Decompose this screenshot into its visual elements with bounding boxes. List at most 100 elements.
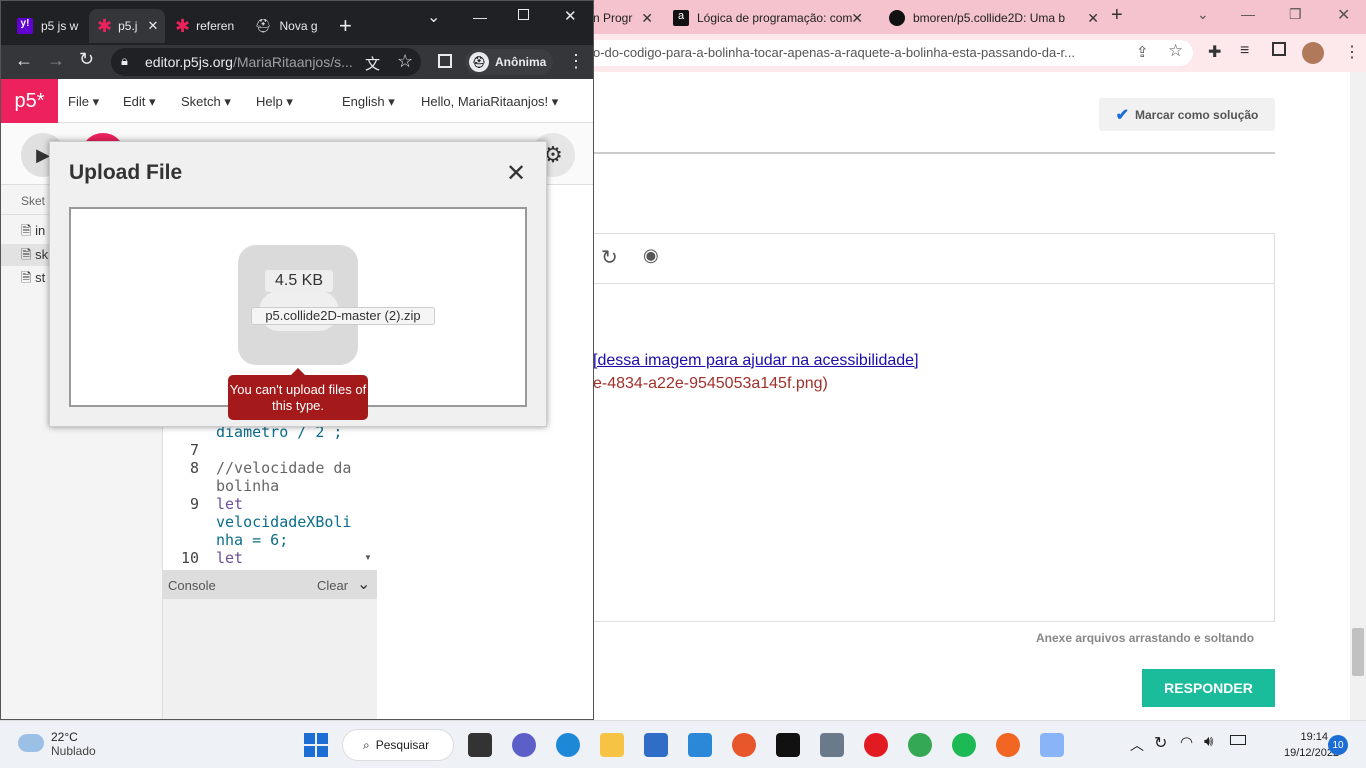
language-select[interactable]: English ▾ (342, 94, 395, 110)
clock-time: 19:14 (1300, 731, 1328, 743)
file-item-style[interactable]: 🗎 st (21, 269, 45, 291)
back-tab-2[interactable]: a Lógica de programação: com ✕ (673, 6, 863, 30)
editor-toolbar: ↻ ◉ (593, 233, 1275, 284)
sidepanel-icon[interactable] (1272, 42, 1286, 56)
console-clear-button[interactable]: Clear (317, 578, 348, 593)
front-tab-3[interactable]: ✱ referen (171, 9, 247, 43)
reload-icon[interactable]: ↻ (79, 49, 94, 70)
mark-solution-button[interactable]: ✔ Marcar como solução (1099, 98, 1275, 131)
alura-icon: a (673, 10, 689, 26)
file-item-index[interactable]: 🗎 in (21, 222, 45, 244)
dropbox-icon[interactable] (776, 733, 800, 757)
back-tab-1[interactable]: n Progr ✕ (593, 6, 653, 30)
page-scrollbar[interactable] (1350, 72, 1366, 720)
spotify-icon[interactable] (952, 733, 976, 757)
taskbar-search[interactable]: ⌕ Pesquisar (342, 729, 454, 761)
clock-date: 19/12/2022 (1284, 747, 1340, 759)
code-line: //velocidade da (216, 459, 352, 477)
amazon-icon[interactable] (820, 733, 844, 757)
front-tab-1[interactable]: y! p5 js w (9, 9, 89, 43)
front-tab-2[interactable]: ✱ p5.j ✕ (89, 9, 165, 43)
incognito-icon: ⛑ (469, 52, 489, 72)
play-icon: ▶ (36, 144, 50, 165)
windows-start-icon[interactable] (304, 733, 328, 757)
file-explorer-icon[interactable] (600, 733, 624, 757)
check-icon: ✔ (1115, 106, 1130, 124)
star-icon[interactable]: ☆ (397, 51, 413, 72)
redo-icon[interactable]: ↻ (601, 245, 618, 270)
accessibility-link[interactable]: [dessa imagem para ajudar na acessibilid… (593, 352, 919, 370)
p5-logo[interactable]: p5* (1, 79, 58, 123)
close-icon[interactable]: ✕ (851, 10, 863, 27)
avatar[interactable] (1302, 42, 1324, 64)
preview-eye-icon[interactable]: ◉ (643, 245, 659, 266)
forward-arrow-icon[interactable]: → (47, 50, 65, 71)
lock-icon: 🔒︎ (121, 53, 128, 68)
back-tab-1-title: n Progr (593, 11, 633, 25)
close-icon[interactable]: ✕ (506, 159, 526, 188)
close-window-icon[interactable]: ✕ (1337, 5, 1350, 25)
weather-status: Nublado (51, 744, 96, 758)
close-icon[interactable]: ✕ (147, 18, 158, 34)
task-view-icon[interactable] (468, 733, 492, 757)
close-window-icon[interactable]: ✕ (564, 7, 577, 25)
chat-icon[interactable] (512, 733, 536, 757)
minimize-icon[interactable]: — (473, 9, 487, 25)
opera-icon[interactable] (864, 733, 888, 757)
media-icon[interactable]: ≡ (1240, 42, 1249, 60)
preview-pane (377, 421, 593, 719)
chevron-up-icon[interactable]: ︿ (1130, 735, 1144, 755)
more-icon[interactable]: ⋮ (1344, 42, 1360, 62)
incognito-badge[interactable]: ⛑ Anônima (465, 49, 553, 75)
more-icon[interactable]: ⋮ (567, 51, 585, 72)
code-editor[interactable]: diametro / 2 ; 7 8 //velocidade da bolin… (163, 421, 377, 569)
battery-icon[interactable] (1230, 735, 1246, 745)
new-tab-button[interactable]: + (339, 13, 352, 39)
back-url-bar[interactable]: o-do-codigo-para-a-bolinha-tocar-apenas-… (593, 40, 1193, 66)
close-icon[interactable]: ✕ (1087, 10, 1099, 27)
wifi-icon[interactable]: ◠ (1180, 733, 1193, 751)
scrollbar-thumb[interactable] (1352, 628, 1364, 676)
temperature: 22°C (51, 730, 78, 744)
share-icon[interactable]: ⇪ (1136, 43, 1149, 61)
translate-icon[interactable]: 文 (365, 53, 380, 74)
notification-badge[interactable]: 10 (1328, 735, 1348, 755)
clock[interactable]: 19:14 19/12/2022 (1284, 729, 1340, 761)
code-scrollbar[interactable]: ▼ (360, 421, 377, 569)
reply-editor[interactable] (593, 233, 1275, 622)
edge-icon[interactable] (556, 733, 580, 757)
error-tooltip-arrow (291, 368, 305, 375)
maximize-icon[interactable] (518, 9, 529, 20)
volume-icon[interactable]: 🔊︎ (1204, 733, 1213, 750)
upload-error-tooltip: You can't upload files of this type. (228, 375, 368, 420)
menu-sketch[interactable]: Sketch ▾ (181, 94, 231, 110)
menu-file[interactable]: File ▾ (68, 94, 99, 110)
menu-edit[interactable]: Edit ▾ (123, 94, 156, 110)
snipping-tool-icon[interactable] (1040, 733, 1064, 757)
file-name: st (35, 270, 46, 285)
back-tab-3[interactable]: bmoren/p5.collide2D: Uma b ✕ (889, 6, 1099, 30)
store-icon[interactable] (644, 733, 668, 757)
restore-icon[interactable]: ❐ (1289, 6, 1302, 23)
mail-icon[interactable] (688, 733, 712, 757)
chevron-down-icon[interactable]: ⌄ (1197, 6, 1209, 23)
front-tab-4[interactable]: ⛑ Nova g (251, 9, 325, 43)
new-tab-button[interactable]: + (1111, 4, 1123, 27)
star-icon[interactable]: ☆ (1168, 41, 1183, 61)
menu-help[interactable]: Help ▾ (256, 94, 293, 110)
chevron-down-icon[interactable]: ⌄ (357, 574, 370, 594)
extensions-icon[interactable]: ✚ (1208, 42, 1221, 62)
sync-icon[interactable]: ↻ (1154, 733, 1167, 753)
reply-button[interactable]: RESPONDER (1142, 669, 1275, 707)
chrome-icon[interactable] (908, 733, 932, 757)
weather-widget[interactable]: 22°C Nublado (51, 730, 96, 758)
back-arrow-icon[interactable]: ← (15, 50, 33, 71)
chevron-down-icon[interactable]: ⌄ (427, 7, 440, 27)
sidepanel-icon[interactable] (438, 54, 452, 68)
close-icon[interactable]: ✕ (641, 10, 653, 27)
scroll-down-icon[interactable]: ▼ (364, 553, 372, 562)
minimize-icon[interactable]: — (1241, 6, 1255, 22)
app-icon[interactable] (996, 733, 1020, 757)
firefox-icon[interactable] (732, 733, 756, 757)
user-menu[interactable]: Hello, MariaRitaanjos! ▾ (421, 94, 558, 110)
